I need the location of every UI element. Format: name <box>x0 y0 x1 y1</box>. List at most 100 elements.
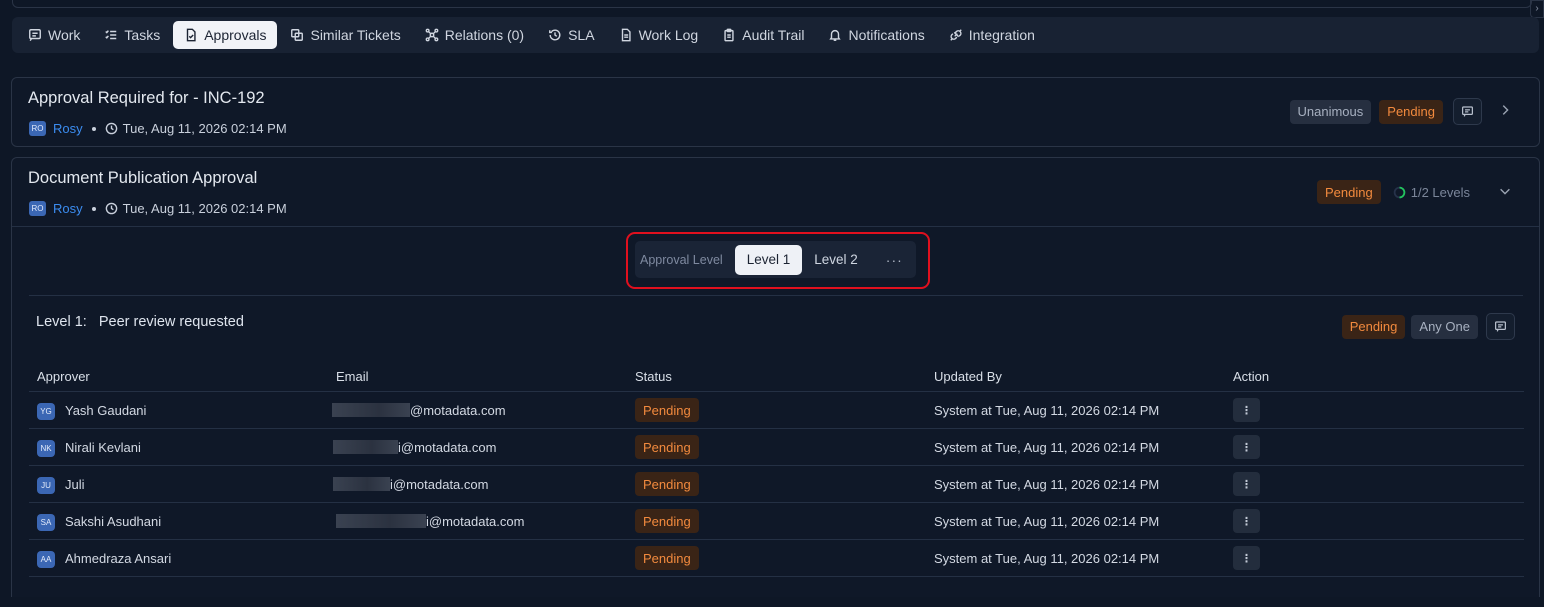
clipboard-icon <box>722 28 736 42</box>
approver-email: i@motadata.com <box>328 477 627 492</box>
document-icon <box>619 28 633 42</box>
tab-work[interactable]: Work <box>17 21 91 49</box>
redacted-block <box>333 440 398 454</box>
approval-level-selector: Approval Level Level 1 Level 2 ··· <box>635 241 916 278</box>
tab-work-log[interactable]: Work Log <box>608 21 710 49</box>
status-badge: Pending <box>635 472 699 496</box>
level-prefix: Level 1: <box>36 314 87 330</box>
approval-title: Document Publication Approval <box>28 169 258 187</box>
tab-label: Integration <box>968 27 1035 43</box>
tab-similar-tickets[interactable]: Similar Tickets <box>279 21 411 49</box>
approval-title: Approval Required for - INC-192 <box>28 89 265 107</box>
tab-label: Relations (0) <box>444 27 525 43</box>
row-action-menu-icon[interactable]: ⋮ <box>1233 546 1260 570</box>
row-action-menu-icon[interactable]: ⋮ <box>1233 472 1260 496</box>
approver-email: i@motadata.com <box>328 514 627 529</box>
tab-label: Notifications <box>848 27 925 43</box>
tab-notifications[interactable]: Notifications <box>817 21 935 49</box>
approval-level-label: Approval Level <box>640 252 723 267</box>
table-header: Approver Email Status Updated By Action <box>29 362 1524 392</box>
row-action-menu-icon[interactable]: ⋮ <box>1233 435 1260 459</box>
row-action-menu-icon[interactable]: ⋮ <box>1233 398 1260 422</box>
requester-link[interactable]: Rosy <box>53 201 83 216</box>
row-action-menu-icon[interactable]: ⋮ <box>1233 509 1260 533</box>
requester-link[interactable]: Rosy <box>53 121 83 136</box>
status-badge: Pending <box>635 398 699 422</box>
avatar: NK <box>37 439 55 457</box>
updated-by: System at Tue, Aug 11, 2026 02:14 PM <box>934 476 1160 492</box>
approval-card-inc-192[interactable]: Approval Required for - INC-192 RO Rosy … <box>11 77 1540 147</box>
chevron-down-icon[interactable] <box>1498 184 1512 201</box>
bell-icon <box>828 28 842 42</box>
approval-meta: RO Rosy Tue, Aug 11, 2026 02:14 PM <box>29 121 287 136</box>
tab-label: Audit Trail <box>742 27 805 43</box>
avatar: SA <box>37 513 55 531</box>
top-panel-edge <box>12 0 1532 8</box>
redacted-block <box>336 514 426 528</box>
network-icon <box>425 28 439 42</box>
approver-name: Sakshi Asudhani <box>65 513 162 529</box>
approval-timestamp: Tue, Aug 11, 2026 02:14 PM <box>122 121 287 136</box>
tab-label: Work <box>48 27 81 43</box>
email-text: @motadata.com <box>410 402 506 418</box>
approval-type-badge: Unanimous <box>1289 99 1372 124</box>
column-header-email: Email <box>336 369 369 384</box>
divider <box>12 226 1539 227</box>
approval-meta: RO Rosy Tue, Aug 11, 2026 02:14 PM <box>29 201 287 216</box>
comment-button[interactable] <box>1453 98 1482 125</box>
level-rule-badge: Any One <box>1411 314 1478 339</box>
checklist-icon <box>104 28 118 42</box>
progress-ring-icon <box>1393 186 1406 198</box>
tab-relations[interactable]: Relations (0) <box>414 21 535 49</box>
tab-sla[interactable]: SLA <box>537 21 605 49</box>
updated-by: System at Tue, Aug 11, 2026 02:14 PM <box>934 439 1160 455</box>
tab-tasks[interactable]: Tasks <box>93 21 171 49</box>
approver-name: Juli <box>65 476 85 492</box>
tab-label: Similar Tickets <box>310 27 401 43</box>
clock-icon <box>105 122 118 135</box>
approvers-table: Approver Email Status Updated By Action … <box>29 362 1524 577</box>
column-header-approver: Approver <box>37 369 90 384</box>
table-row: YG Yash Gaudani @motadata.com Pending Sys… <box>29 392 1524 429</box>
more-levels-icon[interactable]: ··· <box>886 252 903 268</box>
tab-approvals[interactable]: Approvals <box>173 21 278 49</box>
separator-dot <box>91 126 96 131</box>
column-header-action: Action <box>1233 369 1270 384</box>
approval-card-document-publication: Document Publication Approval RO Rosy Tu… <box>11 157 1540 597</box>
tab-label: SLA <box>568 27 595 43</box>
chevron-right-icon[interactable] <box>1498 101 1512 122</box>
tab-integration[interactable]: Integration <box>938 21 1046 49</box>
collapse-panel-button[interactable]: › <box>1530 0 1544 18</box>
approver-name: Ahmedraza Ansari <box>65 550 172 566</box>
approval-actions: Unanimous Pending <box>1289 98 1512 125</box>
comment-icon <box>1462 106 1473 117</box>
level-2-tab[interactable]: Level 2 <box>802 245 870 275</box>
tab-label: Approvals <box>204 27 267 43</box>
approval-level-selector-highlight: Approval Level Level 1 Level 2 ··· <box>626 232 930 289</box>
approver-email: @motadata.com <box>328 403 627 418</box>
level-comment-button[interactable] <box>1486 313 1515 340</box>
status-badge: Pending <box>1379 99 1443 124</box>
redacted-block <box>333 477 390 491</box>
updated-by: System at Tue, Aug 11, 2026 02:14 PM <box>934 402 1160 418</box>
avatar: AA <box>37 550 55 568</box>
avatar: RO <box>29 201 46 216</box>
redacted-block <box>332 403 410 417</box>
clock-icon <box>105 202 118 215</box>
divider <box>29 295 1523 296</box>
levels-progress-text: 1/2 Levels <box>1410 184 1470 200</box>
email-text: i@motadata.com <box>390 476 489 492</box>
approval-actions: Pending 1/2 Levels <box>1317 180 1512 204</box>
email-text: i@motadata.com <box>426 513 525 529</box>
table-row: AA Ahmedraza Ansari Pending System at Tue… <box>29 540 1524 577</box>
table-row: SA Sakshi Asudhani i@motadata.com Pending… <box>29 503 1524 540</box>
tab-audit-trail[interactable]: Audit Trail <box>711 21 815 49</box>
tab-label: Work Log <box>638 27 699 43</box>
approver-name: Nirali Kevlani <box>65 439 141 455</box>
plug-icon <box>949 28 963 42</box>
avatar: RO <box>29 121 46 136</box>
table-row: JU Juli i@motadata.com Pending System at … <box>29 466 1524 503</box>
history-icon <box>548 28 562 42</box>
level-1-tab[interactable]: Level 1 <box>734 244 803 275</box>
tab-label: Tasks <box>124 27 161 43</box>
